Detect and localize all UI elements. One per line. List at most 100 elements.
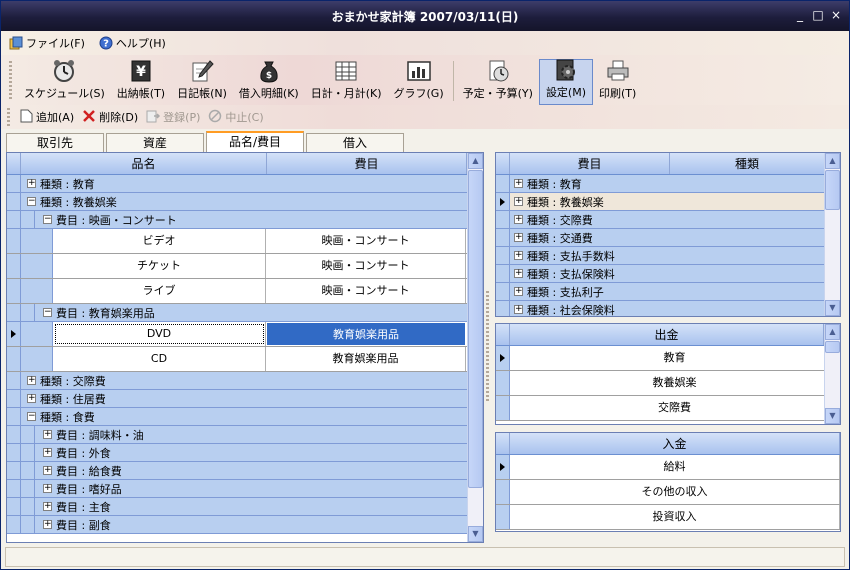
expand-toggle[interactable]: + (43, 520, 52, 529)
category-group-row[interactable]: + 種類 : 支払利子 (496, 283, 840, 301)
expense-grid-scrollbar[interactable]: ▲ ▼ (824, 324, 840, 424)
graph-button[interactable]: グラフ(G) (388, 59, 450, 105)
minimize-button[interactable]: _ (793, 8, 807, 22)
expand-toggle[interactable]: + (514, 233, 523, 242)
category-group-row[interactable]: + 種類 : 交際費 (496, 211, 840, 229)
row-selector[interactable] (7, 426, 21, 443)
row-selector[interactable] (7, 516, 21, 533)
maximize-button[interactable]: □ (811, 8, 825, 22)
expense-scroll-thumb[interactable] (825, 341, 840, 353)
row-selector[interactable] (7, 408, 21, 425)
row-selector[interactable] (7, 211, 21, 228)
expand-toggle[interactable]: + (27, 394, 36, 403)
item-name-cell[interactable]: ライブ (53, 279, 266, 303)
item-name-cell[interactable]: チケット (53, 254, 266, 278)
tree-group-row[interactable]: − 種類 : 教養娯楽 (7, 193, 483, 211)
row-selector[interactable] (7, 480, 21, 497)
category-cell[interactable]: 教育娯楽用品 (266, 347, 466, 371)
collapse-toggle[interactable]: − (43, 308, 52, 317)
expand-toggle[interactable]: + (514, 215, 523, 224)
tree-group-row[interactable]: − 費目 : 教育娯楽用品 (7, 304, 483, 322)
table-row[interactable]: チケット 映画・コンサート (7, 254, 483, 279)
row-selector[interactable] (7, 390, 21, 407)
scroll-up-button[interactable]: ▲ (468, 153, 483, 169)
category-scroll-up[interactable]: ▲ (825, 153, 840, 169)
tree-group-row[interactable]: + 費目 : 主食 (7, 498, 483, 516)
tree-group-row[interactable]: + 費目 : 外食 (7, 444, 483, 462)
column-header-income[interactable]: 入金 (510, 433, 840, 454)
row-selector[interactable] (496, 455, 510, 479)
column-header-expense-item[interactable]: 費目 (510, 153, 670, 174)
budget-button[interactable]: 予定・予算(Y) (457, 59, 539, 105)
collapse-toggle[interactable]: − (27, 412, 36, 421)
income-row[interactable]: 投資収入 (496, 505, 840, 530)
table-row[interactable]: ライブ 映画・コンサート (7, 279, 483, 304)
cancel-button[interactable]: 中止(C) (208, 109, 264, 126)
row-selector[interactable] (496, 301, 510, 316)
row-selector[interactable] (496, 371, 510, 395)
settings-button[interactable]: 設定(M) (538, 59, 594, 105)
menu-file[interactable]: ファイル(F) (9, 35, 85, 51)
scroll-thumb[interactable] (468, 170, 483, 488)
row-selector[interactable] (7, 444, 21, 461)
expand-toggle[interactable]: + (43, 430, 52, 439)
table-row[interactable]: DVD 教育娯楽用品 (7, 322, 483, 347)
row-selector[interactable] (7, 279, 21, 303)
register-button[interactable]: 登録(P) (146, 109, 200, 126)
expand-toggle[interactable]: + (514, 269, 523, 278)
row-selector[interactable] (496, 265, 510, 282)
category-grid-scrollbar[interactable]: ▲ ▼ (824, 153, 840, 316)
tab-loans[interactable]: 借入 (306, 133, 404, 152)
tab-assets[interactable]: 資産 (106, 133, 204, 152)
category-cell[interactable]: 教育娯楽用品 (266, 322, 466, 346)
delete-button[interactable]: 削除(D) (82, 109, 138, 126)
tree-group-row[interactable]: − 費目 : 映画・コンサート (7, 211, 483, 229)
row-selector[interactable] (7, 175, 21, 192)
row-selector[interactable] (496, 283, 510, 300)
category-group-row[interactable]: + 種類 : 教養娯楽 (496, 193, 840, 211)
tree-group-row[interactable]: + 費目 : 給食費 (7, 462, 483, 480)
tree-group-row[interactable]: + 費目 : 調味料・油 (7, 426, 483, 444)
scroll-down-button[interactable]: ▼ (468, 526, 483, 542)
expense-scroll-down[interactable]: ▼ (825, 408, 840, 424)
menu-help[interactable]: ? ヘルプ(H) (99, 35, 166, 51)
row-selector[interactable] (496, 480, 510, 504)
category-group-row[interactable]: + 種類 : 交通費 (496, 229, 840, 247)
main-grid-scrollbar[interactable]: ▲ ▼ (467, 153, 483, 542)
row-selector[interactable] (496, 175, 510, 192)
row-selector[interactable] (7, 193, 21, 210)
row-selector[interactable] (496, 505, 510, 529)
tree-group-row[interactable]: + 種類 : 住居費 (7, 390, 483, 408)
expand-toggle[interactable]: + (43, 502, 52, 511)
column-header-item[interactable]: 品名 (21, 153, 267, 174)
row-selector[interactable] (7, 304, 21, 321)
row-selector[interactable] (7, 462, 21, 479)
collapse-toggle[interactable]: − (43, 215, 52, 224)
tree-group-row[interactable]: + 種類 : 教育 (7, 175, 483, 193)
tab-items-categories[interactable]: 品名/費目 (206, 131, 304, 152)
category-scroll-down[interactable]: ▼ (825, 300, 840, 316)
expand-toggle[interactable]: + (514, 305, 523, 314)
category-group-row[interactable]: + 種類 : 教育 (496, 175, 840, 193)
row-selector[interactable] (7, 372, 21, 389)
row-selector[interactable] (496, 193, 510, 210)
row-selector[interactable] (7, 229, 21, 253)
row-selector[interactable] (7, 347, 21, 371)
pane-splitter[interactable] (486, 291, 489, 401)
expand-toggle[interactable]: + (27, 376, 36, 385)
loan-details-button[interactable]: $ 借入明細(K) (233, 59, 305, 105)
cashbook-button[interactable]: ¥ 出納帳(T) (111, 59, 171, 105)
toolbar-grip[interactable] (9, 61, 12, 101)
collapse-toggle[interactable]: − (27, 197, 36, 206)
row-selector[interactable] (496, 396, 510, 420)
schedule-button[interactable]: スケジュール(S) (18, 59, 111, 105)
expand-toggle[interactable]: + (514, 197, 523, 206)
category-cell[interactable]: 映画・コンサート (266, 254, 466, 278)
item-name-cell[interactable]: CD (53, 347, 266, 371)
tree-group-row[interactable]: + 費目 : 嗜好品 (7, 480, 483, 498)
category-group-row[interactable]: + 種類 : 社会保険料 (496, 301, 840, 316)
column-header-expense[interactable]: 出金 (510, 324, 824, 345)
row-selector[interactable] (496, 247, 510, 264)
tree-group-row[interactable]: + 費目 : 副食 (7, 516, 483, 534)
title-bar[interactable]: おまかせ家計簿 2007/03/11(日) _ □ × (1, 1, 849, 31)
